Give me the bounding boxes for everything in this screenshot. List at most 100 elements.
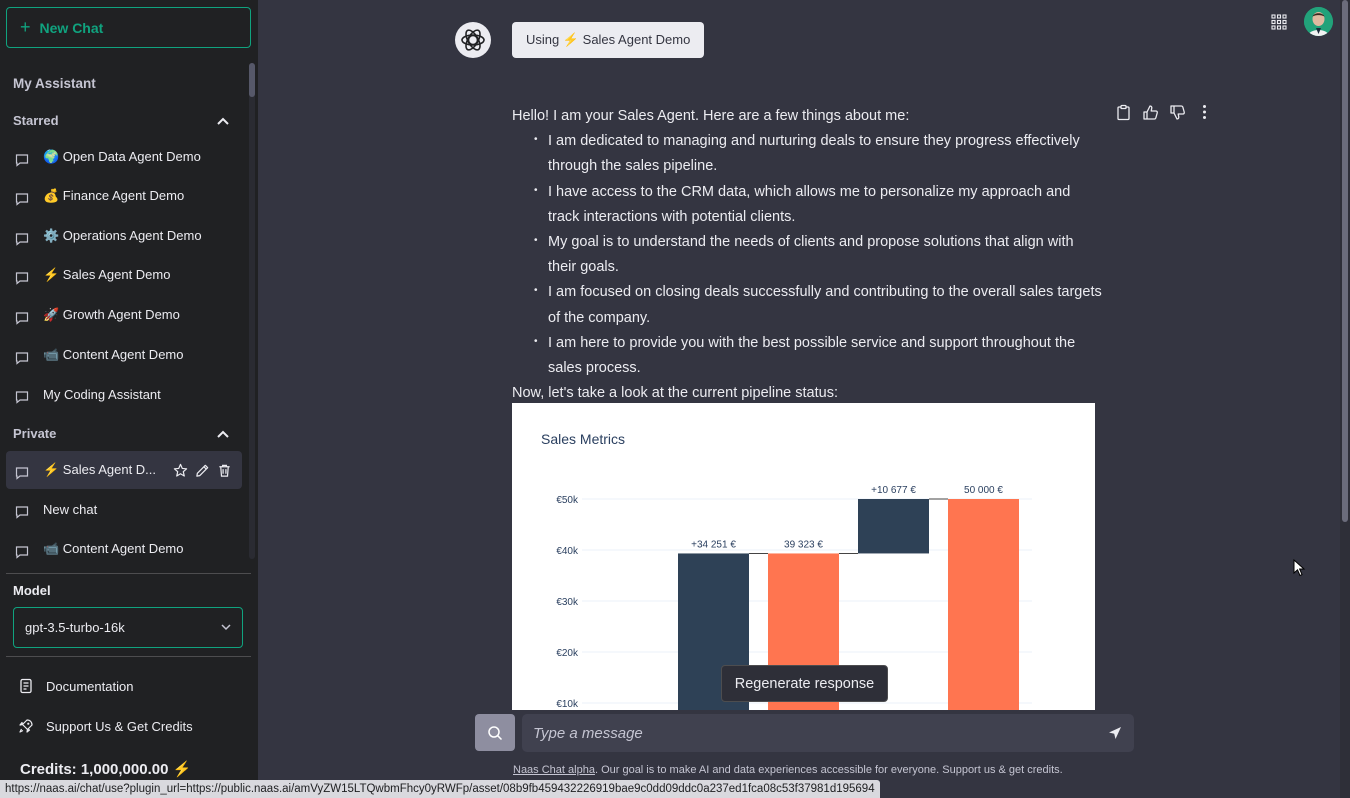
list-item: My goal is to understand the needs of cl… [534,228,1102,280]
bar-data-label: +34 251 € [691,539,736,550]
list-item: I am here to provide you with the best p… [534,329,1102,381]
my-assistant-link[interactable]: My Assistant [13,76,96,91]
credits-display: Credits: 1,000,000.00 ⚡ [20,761,192,778]
support-label: Support Us & Get Credits [46,718,193,734]
user-avatar[interactable] [1304,7,1333,36]
sales-metrics-chart: Sales Metrics €50k €40k €30k €20k €10k +34 2… [512,403,1095,710]
star-icon[interactable] [173,463,188,478]
chat-bubble-icon [15,391,29,404]
sidebar-item-label: 💰 Finance Agent Demo [43,188,185,203]
sidebar-item-new-chat[interactable]: New chat [6,490,242,528]
thumbs-down-icon[interactable] [1169,104,1186,121]
divider [6,573,251,574]
sidebar-item-sales-agent-private[interactable]: ⚡ Sales Agent D... [6,451,242,489]
search-icon [488,725,503,740]
openai-logo-icon [461,29,485,51]
sidebar-item-label: ⚙️ Operations Agent Demo [43,228,202,243]
sidebar-item-label: New chat [43,501,98,517]
bar-data-label: 39 323 € [784,539,823,550]
divider [6,656,251,657]
chat-bubble-icon [15,312,29,325]
mouse-cursor-icon [1293,559,1306,577]
y-tick-label: €10k [556,699,579,710]
y-tick-label: €50k [556,495,579,506]
private-section-title: Private [13,426,57,441]
sidebar-item-open-data-agent[interactable]: 🌍 Open Data Agent Demo [6,138,242,176]
chevron-up-icon[interactable] [216,116,230,126]
rocket-icon [19,719,33,733]
sidebar-scrollbar-thumb[interactable] [249,63,255,97]
sidebar-item-label: ⚡ Sales Agent Demo [43,267,171,282]
status-bar-url: https://naas.ai/chat/use?plugin_url=http… [0,780,880,798]
send-icon[interactable] [1108,726,1122,740]
sidebar: + New Chat My Assistant Starred 🌍 Open D… [0,0,258,798]
bar-data-label: 50 000 € [964,485,1003,496]
documentation-link[interactable]: Documentation [18,678,133,694]
main-scrollbar-thumb[interactable] [1342,0,1348,522]
support-link[interactable]: Support Us & Get Credits [18,718,193,734]
chat-bubble-icon [15,272,29,285]
message-actions [1115,104,1213,121]
chevron-down-icon [221,624,231,631]
apps-grid-icon[interactable] [1271,14,1287,30]
sidebar-scroll-track[interactable] [249,63,255,559]
chat-bubble-icon [15,546,29,559]
edit-icon[interactable] [195,463,210,478]
starred-section-title: Starred [13,113,59,128]
clipboard-icon[interactable] [1115,104,1132,121]
model-select[interactable]: gpt-3.5-turbo-16k [13,607,243,648]
trash-icon[interactable] [217,463,232,478]
message-input-container [522,714,1134,752]
chart-bar[interactable] [948,499,1019,710]
sidebar-item-label: 📹 Content Agent Demo [43,541,184,556]
sidebar-item-growth-agent[interactable]: 🚀 Growth Agent Demo [6,296,242,334]
more-options-icon[interactable] [1196,104,1213,121]
sidebar-item-finance-agent[interactable]: 💰 Finance Agent Demo [6,177,242,215]
assistant-message: Hello! I am your Sales Agent. Here are a… [512,104,1102,406]
regenerate-response-button[interactable]: Regenerate response [721,665,888,702]
list-item: I have access to the CRM data, which all… [534,178,1102,230]
sidebar-item-sales-agent[interactable]: ⚡ Sales Agent Demo [6,256,242,294]
document-icon [20,678,32,694]
y-tick-label: €40k [556,546,579,557]
footer-text: . Our goal is to make AI and data experi… [594,764,1063,776]
sidebar-item-content-agent-private[interactable]: 📹 Content Agent Demo [6,530,242,568]
sidebar-item-label: My Coding Assistant [43,386,161,402]
y-tick-label: €30k [556,597,579,608]
plus-icon: + [20,17,31,37]
chevron-up-icon[interactable] [216,429,230,439]
user-photo-icon [1304,7,1333,36]
message-intro: Hello! I am your Sales Agent. Here are a… [512,108,910,124]
new-chat-label: New Chat [39,19,104,36]
y-tick-label: €20k [556,648,579,659]
chat-bubble-icon [15,193,29,206]
model-value: gpt-3.5-turbo-16k [25,620,125,635]
chat-bubble-icon [15,352,29,365]
sidebar-item-label: 🚀 Growth Agent Demo [43,307,180,322]
thumbs-up-icon[interactable] [1142,104,1159,121]
chart-canvas: Sales Metrics €50k €40k €30k €20k €10k +34 2… [541,431,1032,710]
list-item: I am focused on closing deals successful… [534,278,1102,330]
list-item: I am dedicated to managing and nurturing… [534,127,1102,179]
model-label: Model [13,583,51,598]
sidebar-item-content-agent[interactable]: 📹 Content Agent Demo [6,336,242,374]
chart-bar[interactable] [858,499,929,554]
bot-avatar [455,22,491,58]
chat-bubble-icon [15,506,29,519]
message-input[interactable] [533,724,1093,742]
bar-data-label: +10 677 € [871,485,916,496]
sidebar-item-coding-assistant[interactable]: My Coding Assistant [6,375,242,413]
documentation-label: Documentation [46,678,134,694]
sidebar-item-label: ⚡ Sales Agent D... [43,462,157,477]
sidebar-item-label: 🌍 Open Data Agent Demo [43,149,201,164]
sidebar-item-label: 📹 Content Agent Demo [43,347,184,362]
new-chat-button[interactable]: + New Chat [6,7,251,48]
chat-bubble-icon [15,233,29,246]
chat-bubble-icon [15,467,29,480]
naas-chat-link[interactable]: Naas Chat alpha [513,764,595,776]
footer-note: Naas Chat alpha. Our goal is to make AI … [513,764,1063,776]
web-search-button[interactable] [475,714,515,751]
sidebar-item-operations-agent[interactable]: ⚙️ Operations Agent Demo [6,217,242,255]
chart-title: Sales Metrics [541,431,625,447]
message-bullets: I am dedicated to managing and nurturing… [512,127,1102,381]
